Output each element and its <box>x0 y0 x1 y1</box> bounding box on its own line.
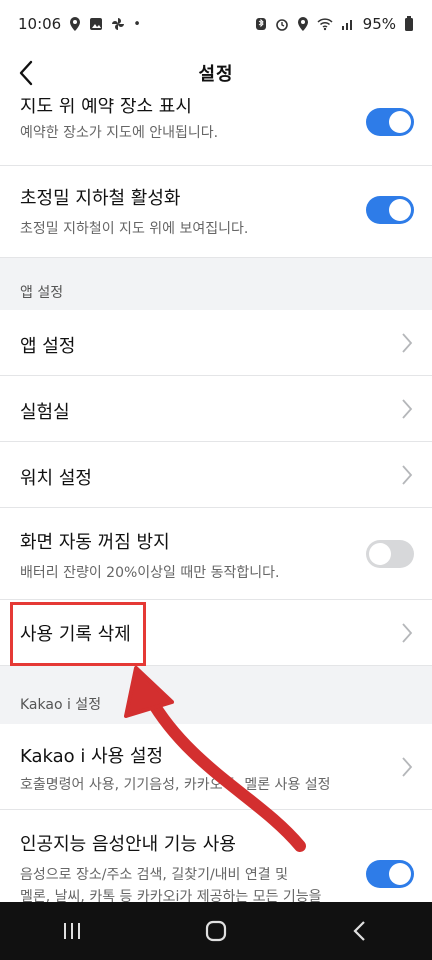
wifi-icon <box>317 18 333 31</box>
page-title: 설정 <box>198 64 234 85</box>
status-bar: 10:06 • 95% <box>0 0 432 48</box>
pinwheel-icon <box>112 18 125 30</box>
alarm-icon <box>275 19 288 31</box>
battery-icon <box>405 16 413 31</box>
back-nav-button[interactable] <box>330 911 390 951</box>
settings-list[interactable]: 지도 위 예약 장소 표시 예약한 장소가 지도에 안내됩니다. 초정밀 지하철… <box>0 98 432 902</box>
signal-icon <box>341 20 352 30</box>
bluetooth-icon <box>255 18 266 30</box>
home-icon <box>205 920 227 942</box>
dot-icon: • <box>133 16 141 32</box>
battery-level: 95% <box>362 15 396 33</box>
location-icon <box>297 17 308 31</box>
status-time: 10:06 <box>18 15 62 33</box>
back-button[interactable] <box>10 56 44 90</box>
app-bar: 설정 <box>0 48 432 98</box>
annotation-arrow <box>124 666 306 852</box>
system-nav-bar <box>0 902 432 960</box>
back-nav-icon <box>353 921 365 941</box>
chevron-left-icon <box>19 60 33 86</box>
recents-icon <box>64 923 80 939</box>
location-icon <box>70 17 81 31</box>
home-button[interactable] <box>186 911 246 951</box>
recents-button[interactable] <box>42 911 102 951</box>
gallery-icon <box>90 18 103 30</box>
